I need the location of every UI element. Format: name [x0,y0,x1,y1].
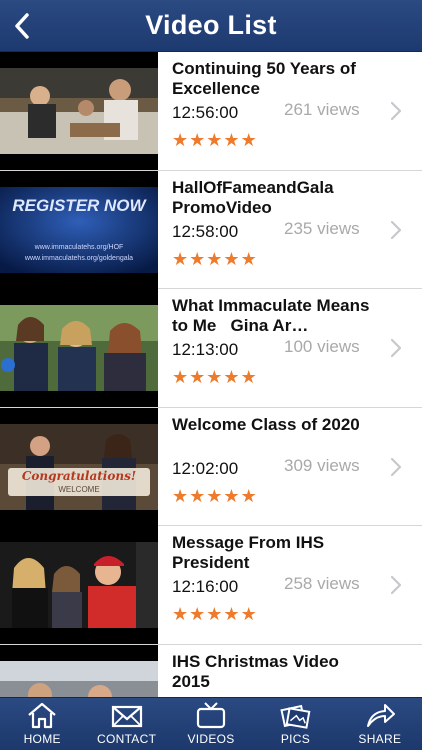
star-icon: ★ [172,604,189,624]
star-icon: ★ [206,604,223,624]
video-title: Welcome Class of 2020 [172,414,360,434]
thumb-line1: www.immaculatehs.org/HOF [34,244,124,251]
video-row[interactable]: Congratulations! WELCOME Welcome Class o… [0,407,422,526]
video-views: 100 views [284,337,360,356]
star-icon: ★ [189,248,206,269]
rating-stars: ★ ★ ★ ★ ★ [172,249,257,269]
thumb-headline: REGISTER NOW [12,196,147,215]
tv-icon [196,702,226,729]
video-duration: 12:13:00 [172,340,239,359]
tab-bar: HOME CONTACT VIDEOS PICS SHARE [0,697,422,750]
page-title: Video List [145,10,277,40]
video-thumbnail [0,526,158,644]
video-row[interactable]: Message From IHS President 12:16:00 258 … [0,526,422,645]
star-icon: ★ [223,130,240,150]
tab-videos[interactable]: VIDEOS [169,698,253,750]
star-icon: ★ [240,367,257,387]
video-thumbnail [0,289,158,407]
star-icon: ★ [206,485,223,506]
rating-stars: ★ ★ ★ ★ ★ [172,604,257,624]
star-icon: ★ [240,485,257,506]
video-views: 261 views [284,100,360,119]
thumb-line1: WELCOME [58,485,99,494]
tab-contact[interactable]: CONTACT [84,698,168,750]
star-icon: ★ [189,130,206,150]
share-icon [366,704,395,727]
video-list[interactable]: Continuing 50 Years of Excellence 12:56:… [0,52,422,697]
tab-label: HOME [23,732,61,746]
star-icon: ★ [189,485,206,506]
star-icon: ★ [206,130,223,150]
video-title: IHS Christmas Video 2015 [172,651,344,691]
rating-stars: ★ ★ ★ ★ ★ [172,130,257,150]
star-icon: ★ [223,367,240,387]
tab-home[interactable]: HOME [0,698,84,750]
nav-bar: Video List [0,0,422,52]
video-row[interactable]: What Immaculate Means to Me Gina Ar… 12:… [0,289,422,408]
tab-label: CONTACT [97,732,157,746]
video-row[interactable]: REGISTER NOW www.immaculatehs.org/HOF ww… [0,170,422,289]
home-icon [28,702,56,729]
video-views: 235 views [284,218,360,238]
video-row[interactable]: IHS Christmas Video 2015 [0,644,422,697]
video-duration: 12:56:00 [172,103,239,122]
star-icon: ★ [223,604,240,624]
tab-label: VIDEOS [187,732,235,746]
envelope-icon [111,705,142,728]
thumb-line2: www.immaculatehs.org/goldengala [24,255,133,262]
rating-stars: ★ ★ ★ ★ ★ [172,486,257,506]
video-duration: 12:58:00 [172,221,239,241]
video-title: What Immaculate Means to Me Gina Ar… [172,296,370,335]
chevron-right-icon [390,220,402,239]
photos-icon [280,704,311,729]
video-row[interactable]: Continuing 50 Years of Excellence 12:56:… [0,52,422,171]
video-thumbnail [0,644,158,697]
star-icon: ★ [223,485,240,506]
thumb-headline: Congratulations! [22,469,136,483]
video-duration: 12:02:00 [172,458,239,478]
star-icon: ★ [189,367,206,387]
video-views: 258 views [284,574,360,593]
chevron-right-icon [390,101,402,121]
video-duration: 12:16:00 [172,577,239,596]
star-icon: ★ [172,485,189,506]
tab-share[interactable]: SHARE [338,698,422,750]
star-icon: ★ [240,604,257,624]
chevron-right-icon [390,457,402,476]
video-title: Continuing 50 Years of Excellence [172,59,361,98]
star-icon: ★ [172,248,189,269]
video-thumbnail: REGISTER NOW www.immaculatehs.org/HOF ww… [0,170,158,289]
rating-stars: ★ ★ ★ ★ ★ [172,367,257,387]
star-icon: ★ [206,367,223,387]
video-title: Message From IHS President [172,533,329,572]
back-button[interactable] [8,10,36,42]
star-icon: ★ [240,130,257,150]
video-views: 309 views [284,455,360,475]
chevron-right-icon [390,575,402,595]
star-icon: ★ [172,367,189,387]
star-icon: ★ [206,248,223,269]
video-title: HallOfFameandGala PromoVideo [172,177,339,217]
star-icon: ★ [189,604,206,624]
star-icon: ★ [240,248,257,269]
star-icon: ★ [172,130,189,150]
chevron-right-icon [390,338,402,358]
tab-label: PICS [280,732,311,746]
video-thumbnail: Congratulations! WELCOME [0,407,158,526]
back-chevron-icon [15,13,29,39]
tab-pics[interactable]: PICS [253,698,337,750]
video-thumbnail [0,52,158,170]
star-icon: ★ [223,248,240,269]
tab-label: SHARE [358,732,402,746]
